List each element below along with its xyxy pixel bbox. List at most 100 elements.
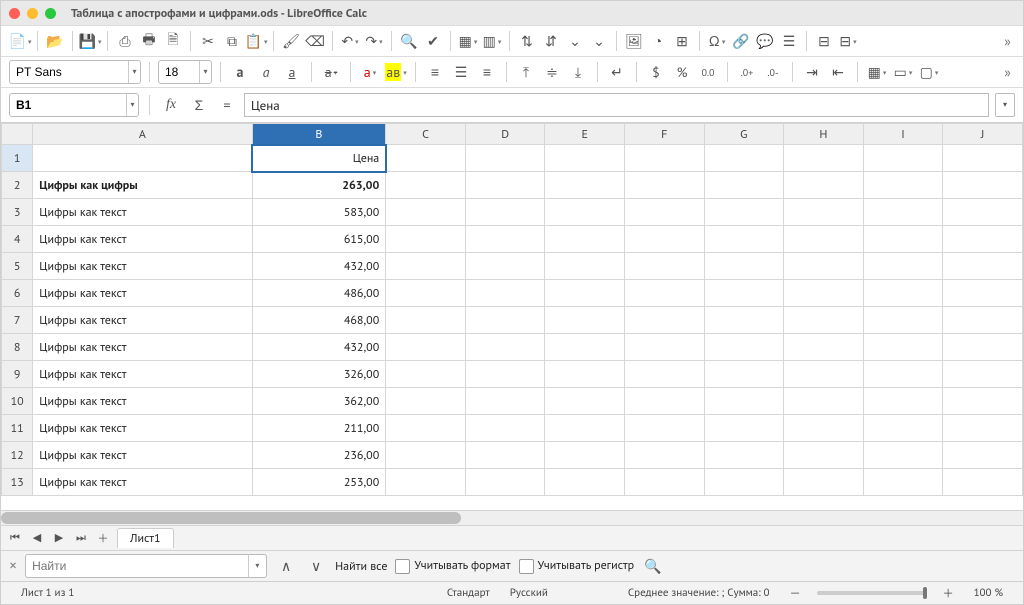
find-all-button[interactable]: Найти все bbox=[335, 559, 387, 574]
row-header[interactable]: 7 bbox=[2, 307, 33, 334]
open-icon[interactable]: 📂 bbox=[44, 30, 66, 52]
cell[interactable] bbox=[704, 361, 784, 388]
cell[interactable]: Цифры как текст bbox=[33, 388, 252, 415]
cell[interactable] bbox=[784, 415, 864, 442]
freeze-cols-icon[interactable]: ⊟▾ bbox=[837, 30, 859, 52]
sort-asc-icon[interactable]: ⇅ bbox=[516, 30, 538, 52]
cell[interactable] bbox=[863, 469, 943, 496]
cell[interactable]: Цифры как текст bbox=[33, 334, 252, 361]
column-header[interactable]: H bbox=[784, 124, 864, 145]
cell[interactable] bbox=[704, 442, 784, 469]
add-decimal-icon[interactable]: .0+ bbox=[736, 61, 758, 83]
cell[interactable] bbox=[386, 307, 466, 334]
cell[interactable] bbox=[624, 388, 704, 415]
cell[interactable] bbox=[624, 226, 704, 253]
cell[interactable] bbox=[465, 253, 545, 280]
row-header[interactable]: 6 bbox=[2, 280, 33, 307]
cell[interactable] bbox=[465, 415, 545, 442]
sum-icon[interactable]: Σ bbox=[188, 94, 210, 116]
cell[interactable] bbox=[465, 172, 545, 199]
cell[interactable]: Цифры как цифры bbox=[33, 172, 252, 199]
cell[interactable] bbox=[863, 388, 943, 415]
cell[interactable] bbox=[386, 442, 466, 469]
save-icon[interactable]: 💾▾ bbox=[79, 30, 101, 52]
cell[interactable]: Цифры как текст bbox=[33, 280, 252, 307]
prev-sheet-icon[interactable]: ◀ bbox=[29, 530, 45, 546]
filter-icon[interactable]: ⌄ bbox=[588, 30, 610, 52]
formula-input[interactable]: Цена bbox=[244, 93, 989, 117]
cell[interactable]: 432,00 bbox=[252, 253, 386, 280]
row-header[interactable]: 9 bbox=[2, 361, 33, 388]
bold-button[interactable]: a bbox=[229, 61, 251, 83]
cell[interactable] bbox=[545, 469, 625, 496]
cell[interactable] bbox=[704, 226, 784, 253]
cell[interactable] bbox=[386, 415, 466, 442]
next-sheet-icon[interactable]: ▶ bbox=[51, 530, 67, 546]
cell[interactable] bbox=[465, 280, 545, 307]
print-icon[interactable]: 🖶 bbox=[138, 30, 160, 52]
find-input-combo[interactable]: ▾ bbox=[25, 554, 267, 578]
row-header[interactable]: 1 bbox=[2, 145, 33, 172]
cell[interactable] bbox=[943, 253, 1023, 280]
cell[interactable] bbox=[704, 388, 784, 415]
cell[interactable] bbox=[943, 226, 1023, 253]
cell[interactable]: 253,00 bbox=[252, 469, 386, 496]
match-case-checkbox[interactable]: Учитывать регистр bbox=[519, 558, 635, 574]
cell[interactable] bbox=[784, 307, 864, 334]
toolbar-overflow-icon[interactable]: » bbox=[1000, 32, 1015, 50]
cell[interactable] bbox=[545, 280, 625, 307]
cell[interactable] bbox=[943, 361, 1023, 388]
row-header[interactable]: 3 bbox=[2, 199, 33, 226]
row-header[interactable]: 5 bbox=[2, 253, 33, 280]
cell[interactable] bbox=[545, 334, 625, 361]
status-summary[interactable]: Среднее значение: ; Сумма: 0 bbox=[618, 586, 780, 600]
cell[interactable] bbox=[943, 199, 1023, 226]
cell[interactable] bbox=[784, 145, 864, 172]
spreadsheet-grid[interactable]: ABCDEFGHIJ1Цена2Цифры как цифры263,003Ци… bbox=[1, 123, 1023, 510]
cell[interactable] bbox=[33, 145, 252, 172]
cell[interactable]: Цена bbox=[252, 145, 386, 172]
header-footer-icon[interactable]: ☰ bbox=[778, 30, 800, 52]
column-header[interactable]: D bbox=[465, 124, 545, 145]
column-header[interactable]: I bbox=[863, 124, 943, 145]
cell[interactable]: 211,00 bbox=[252, 415, 386, 442]
row-header[interactable]: 10 bbox=[2, 388, 33, 415]
zoom-out-icon[interactable]: － bbox=[780, 585, 811, 601]
cell[interactable]: 326,00 bbox=[252, 361, 386, 388]
cell[interactable] bbox=[943, 388, 1023, 415]
cell[interactable] bbox=[545, 388, 625, 415]
cell[interactable]: Цифры как текст bbox=[33, 199, 252, 226]
cell[interactable]: Цифры как текст bbox=[33, 253, 252, 280]
cell[interactable] bbox=[545, 415, 625, 442]
status-language[interactable]: Русский bbox=[500, 586, 558, 600]
cell[interactable]: 432,00 bbox=[252, 334, 386, 361]
cell[interactable] bbox=[704, 253, 784, 280]
cell[interactable] bbox=[784, 361, 864, 388]
formula-expand-icon[interactable]: ▾ bbox=[995, 93, 1015, 117]
cell[interactable]: 486,00 bbox=[252, 280, 386, 307]
column-header[interactable]: G bbox=[704, 124, 784, 145]
cell[interactable] bbox=[943, 415, 1023, 442]
cell[interactable] bbox=[386, 172, 466, 199]
column-header[interactable]: J bbox=[943, 124, 1023, 145]
cell[interactable] bbox=[863, 172, 943, 199]
cell[interactable] bbox=[624, 253, 704, 280]
cell[interactable] bbox=[624, 415, 704, 442]
pivot-icon[interactable]: ⊞ bbox=[671, 30, 693, 52]
clone-format-icon[interactable]: 🖌 bbox=[280, 30, 302, 52]
cell[interactable]: 468,00 bbox=[252, 307, 386, 334]
cell-reference-combo[interactable]: ▾ bbox=[9, 93, 139, 117]
window-maximize-icon[interactable] bbox=[45, 8, 56, 19]
row-header[interactable]: 8 bbox=[2, 334, 33, 361]
print-preview-icon[interactable]: 🗎 bbox=[162, 30, 184, 52]
cell[interactable] bbox=[863, 226, 943, 253]
hyperlink-icon[interactable]: 🔗 bbox=[730, 30, 752, 52]
cell[interactable]: Цифры как текст bbox=[33, 226, 252, 253]
chart-icon[interactable]: ◔ bbox=[647, 30, 669, 52]
pdf-export-icon[interactable]: ⎙ bbox=[114, 30, 136, 52]
chevron-down-icon[interactable]: ▾ bbox=[126, 94, 138, 116]
column-header[interactable]: C bbox=[386, 124, 466, 145]
cell[interactable] bbox=[465, 361, 545, 388]
add-sheet-icon[interactable]: ＋ bbox=[95, 530, 111, 546]
zoom-knob[interactable] bbox=[923, 587, 927, 599]
